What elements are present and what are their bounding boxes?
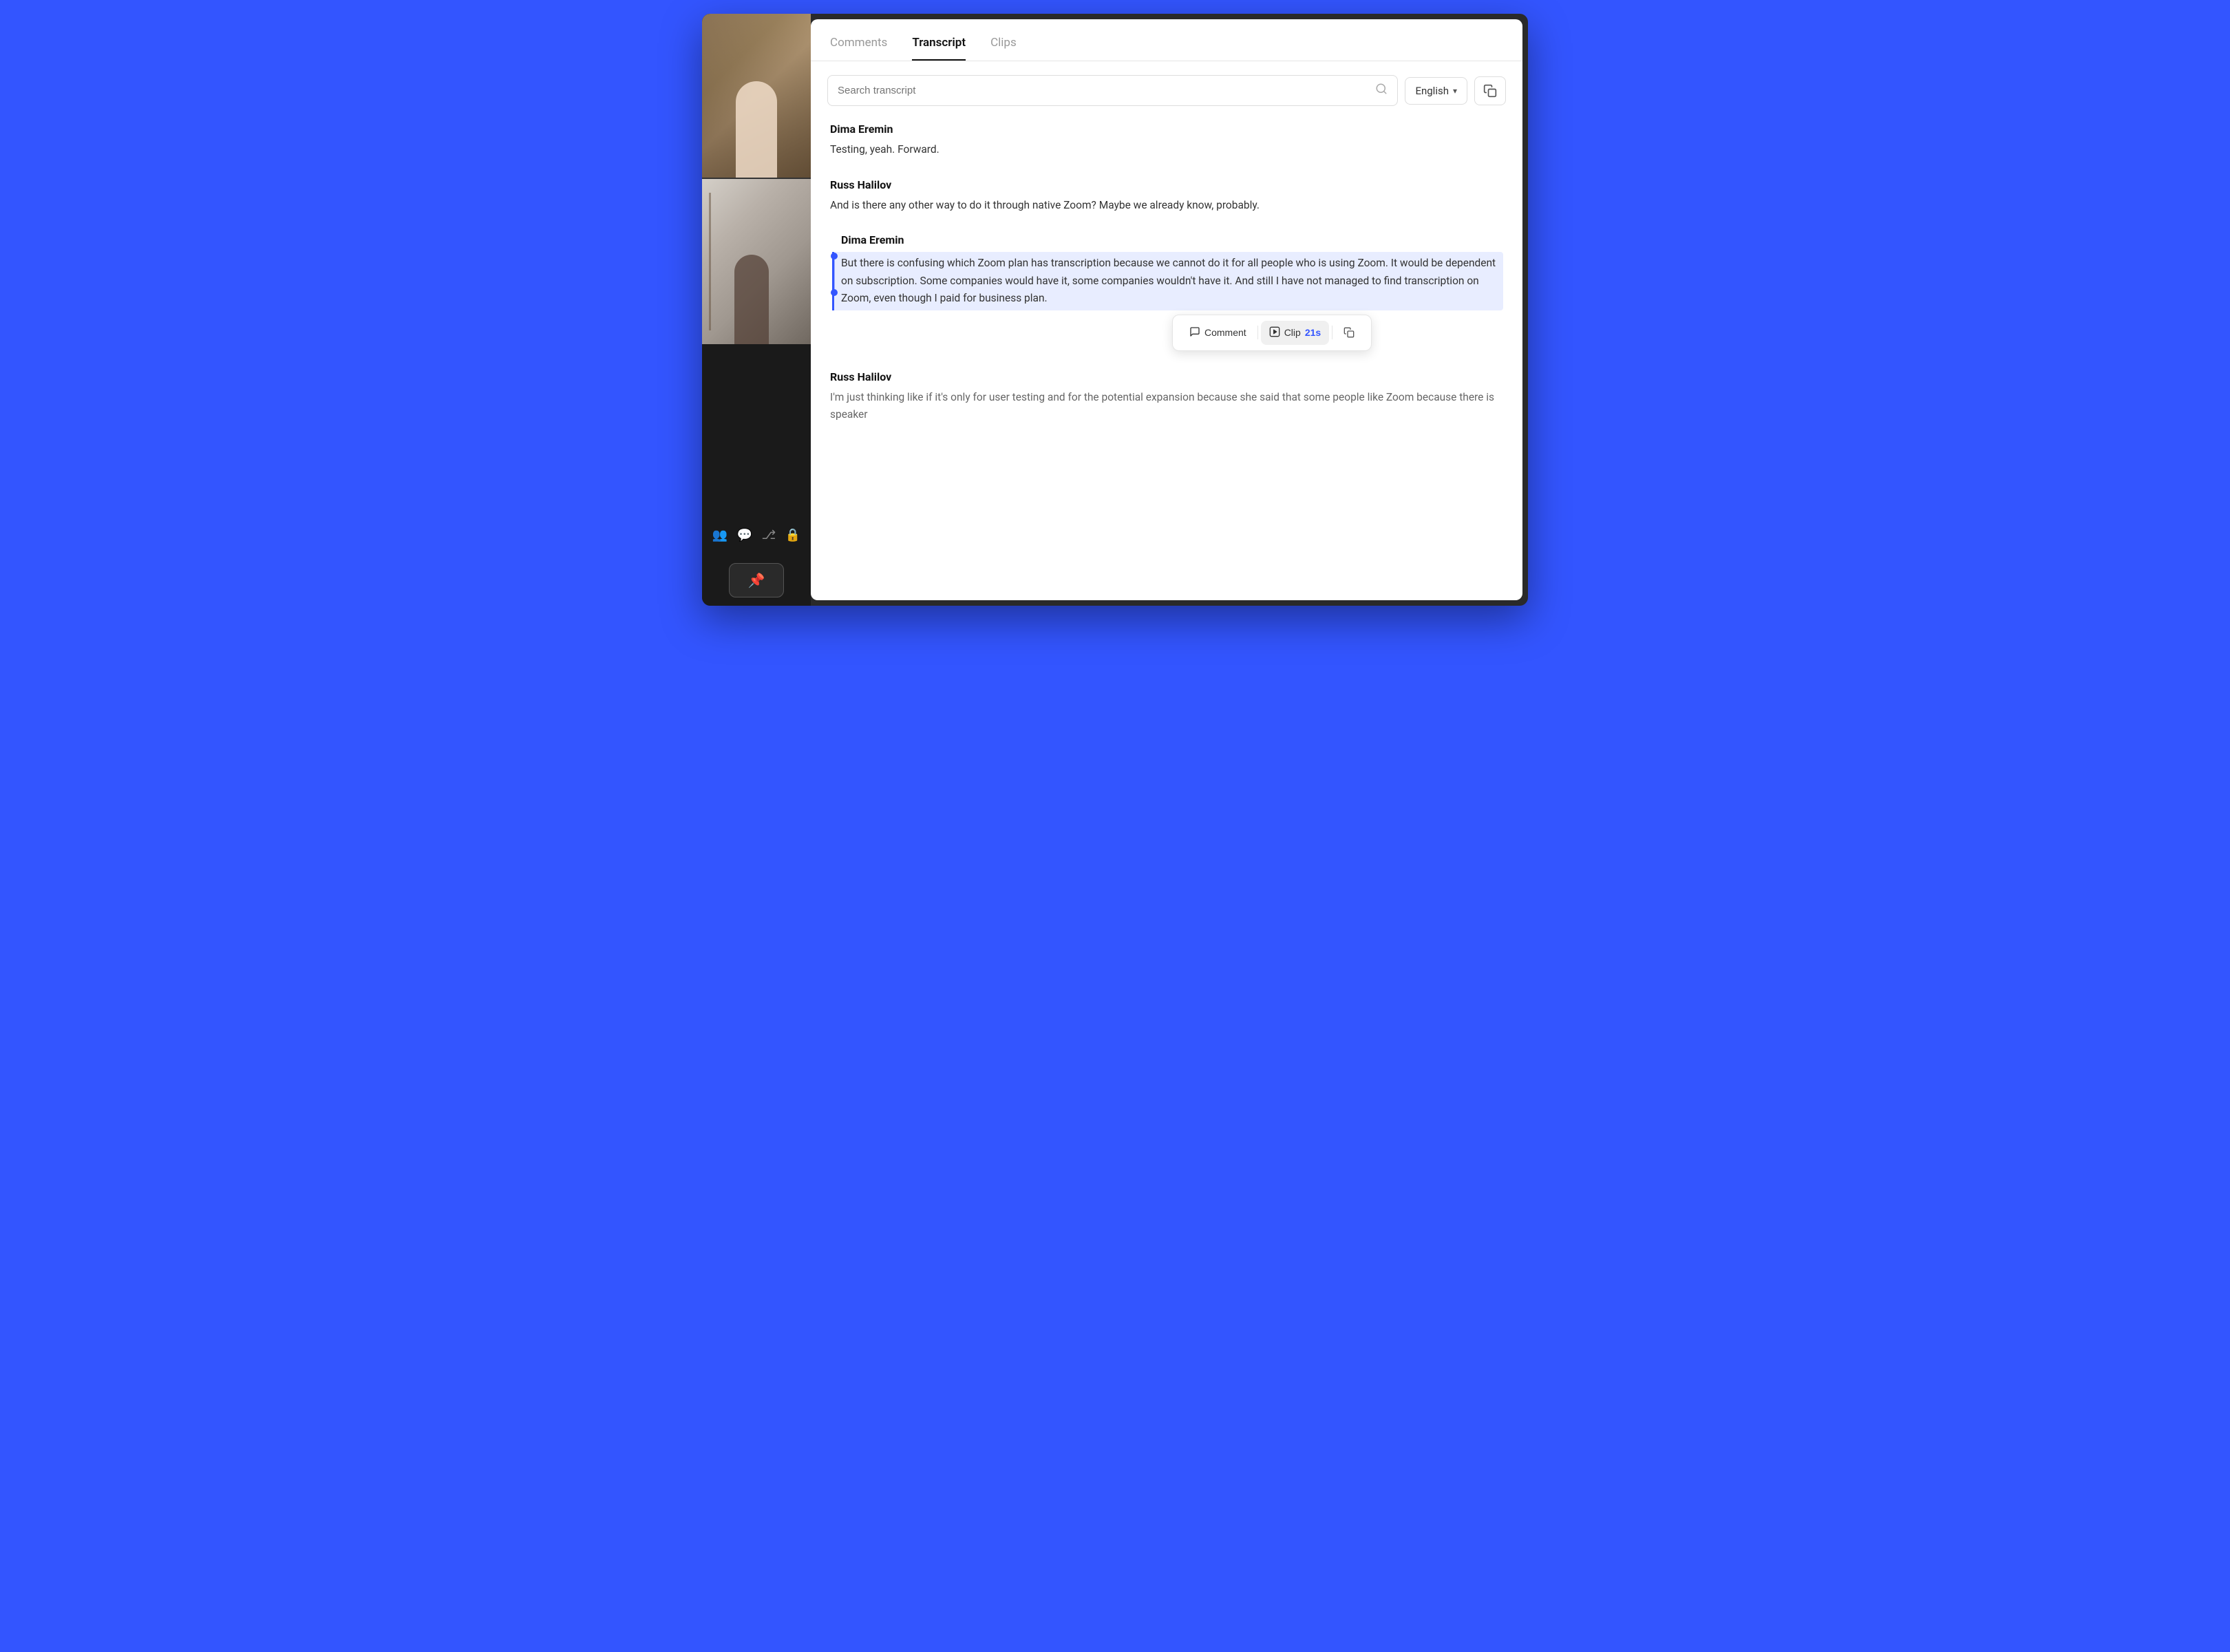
clip-duration: 21s (1305, 327, 1321, 338)
clip-icon (1269, 326, 1280, 339)
video-thumbnail-2[interactable] (702, 179, 811, 344)
tab-clips[interactable]: Clips (990, 36, 1017, 61)
speaker-name: Dima Eremin (841, 233, 1503, 246)
transcript-text-highlighted: But there is confusing which Zoom plan h… (832, 252, 1503, 310)
chat-icon[interactable]: 💬 (734, 525, 755, 545)
toolbar-copy-button[interactable] (1335, 321, 1363, 343)
search-icon (1375, 83, 1388, 98)
clip-label: Clip (1284, 327, 1301, 338)
transcript-entry-1: Dima Eremin Testing, yeah. Forward. (830, 123, 1503, 159)
speaker-name: Russ Halilov (830, 370, 1503, 383)
main-panel: Comments Transcript Clips English ▾ (811, 19, 1522, 600)
transcript-entry-2: Russ Halilov And is there any other way … (830, 178, 1503, 215)
selection-dot-bottom (831, 289, 838, 296)
speaker-name: Russ Halilov (830, 178, 1503, 191)
chevron-down-icon: ▾ (1453, 86, 1457, 96)
pin-button[interactable]: 📌 (729, 563, 784, 597)
sidebar: 👥 💬 ⎇ 🔒 📌 (702, 14, 811, 606)
sidebar-icon-bar: 👥 💬 ⎇ 🔒 (702, 516, 811, 555)
selection-line (833, 260, 835, 289)
language-selector[interactable]: English ▾ (1405, 77, 1467, 105)
lock-icon[interactable]: 🔒 (783, 525, 803, 545)
comment-button[interactable]: Comment (1181, 321, 1255, 345)
selection-dot-top (831, 253, 838, 260)
search-input[interactable] (838, 85, 1368, 96)
transcript-text: And is there any other way to do it thro… (830, 197, 1503, 215)
comment-label: Comment (1204, 327, 1246, 338)
shelf-decoration (709, 193, 711, 330)
comment-icon (1189, 326, 1200, 339)
pin-icon: 📌 (748, 572, 765, 589)
tab-comments[interactable]: Comments (830, 36, 887, 61)
clip-button[interactable]: Clip 21s (1261, 321, 1329, 345)
person-silhouette-1 (736, 81, 777, 178)
selection-toolbar: Comment Clip 21s (1172, 315, 1372, 351)
transcript-body[interactable]: Dima Eremin Testing, yeah. Forward. Russ… (811, 117, 1522, 600)
person-silhouette-2 (734, 255, 769, 344)
video-panel (702, 14, 811, 516)
transcript-entry-4: Russ Halilov I'm just thinking like if i… (830, 370, 1503, 424)
network-icon[interactable]: ⎇ (759, 525, 779, 545)
search-box (827, 75, 1398, 106)
transcript-entry-3: Dima Eremin But there is confusing which… (830, 233, 1503, 351)
transcript-text: I'm just thinking like if it's only for … (830, 389, 1503, 424)
video-thumbnail-1[interactable] (702, 14, 811, 179)
language-label: English (1415, 85, 1449, 97)
tabs-bar: Comments Transcript Clips (811, 19, 1522, 61)
toolbar-divider (1257, 326, 1258, 339)
app-container: 👥 💬 ⎇ 🔒 📌 Comments Transcript Clips (702, 14, 1528, 606)
transcript-text: Testing, yeah. Forward. (830, 141, 1503, 159)
tab-transcript[interactable]: Transcript (912, 36, 966, 61)
speaker-name: Dima Eremin (830, 123, 1503, 136)
search-area: English ▾ (811, 61, 1522, 117)
selection-indicator (830, 253, 838, 296)
copy-button[interactable] (1474, 76, 1506, 105)
people-icon[interactable]: 👥 (710, 525, 730, 545)
